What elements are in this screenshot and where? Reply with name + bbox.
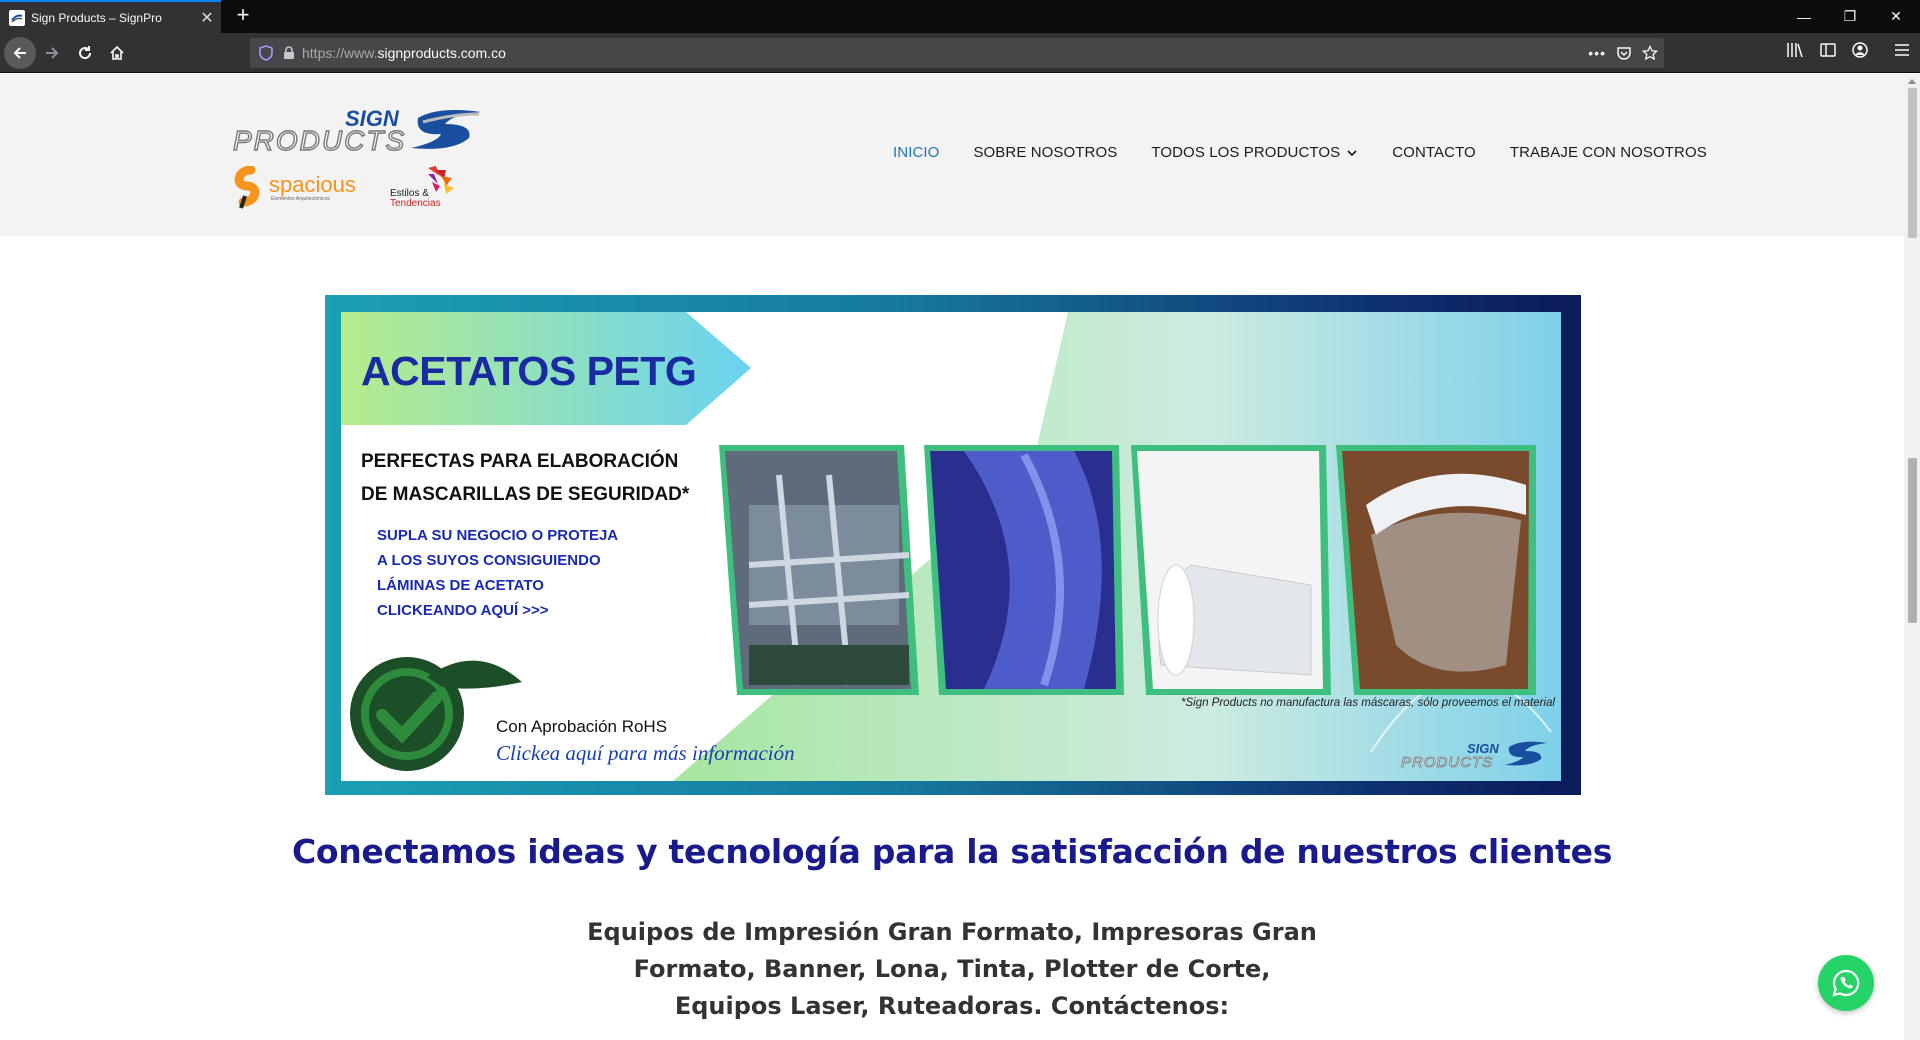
logo-products-text: PRODUCTS xyxy=(233,125,406,156)
browser-toolbar: https://www.signproducts.com.co ••• xyxy=(0,33,1920,73)
banner-title-part2: PETG xyxy=(586,348,697,394)
banner-subtitle-line2: DE MASCARILLAS DE SEGURIDAD* xyxy=(361,484,690,505)
account-icon[interactable] xyxy=(1851,41,1869,59)
product-photo-roll xyxy=(924,445,1124,695)
nav-contacto[interactable]: CONTACTO xyxy=(1392,144,1476,161)
spacious-logo[interactable]: spacious Elementos Arquitectónicos xyxy=(233,165,373,216)
page-scrollbar[interactable] xyxy=(1904,74,1920,1040)
sign-products-logo[interactable]: SIGN PRODUCTS xyxy=(232,102,493,167)
page-description: Equipos de Impresión Gran Formato, Impre… xyxy=(587,918,1317,1020)
sidebar-icon[interactable] xyxy=(1819,41,1837,59)
url-text: https://www.signproducts.com.co xyxy=(302,45,506,61)
banner-logo-products-text: PRODUCTS xyxy=(1401,754,1493,771)
product-photo-sheet xyxy=(1131,445,1331,695)
page-headline: Conectamos ideas y tecnología para la sa… xyxy=(291,832,1613,871)
reload-icon xyxy=(79,46,92,60)
banner-cta-line4: CLICKEANDO AQUÍ >>> xyxy=(377,602,549,619)
banner-cta-line1: SUPLA SU NEGOCIO O PROTEJA xyxy=(377,527,619,544)
banner-cta[interactable]: SUPLA SU NEGOCIO O PROTEJA A LOS SUYOS C… xyxy=(377,523,618,623)
product-photo-machine xyxy=(719,445,919,695)
tab-close-icon[interactable]: ✕ xyxy=(193,8,221,28)
menu-icon[interactable] xyxy=(1893,41,1911,59)
reload-button[interactable] xyxy=(69,37,101,69)
nav-todos-los-productos[interactable]: TODOS LOS PRODUCTOS xyxy=(1151,144,1358,161)
nav-trabaje-con-nosotros[interactable]: TRABAJE CON NOSOTROS xyxy=(1510,144,1707,161)
tracking-shield-icon[interactable] xyxy=(258,45,274,61)
tendencias-text: Tendencias xyxy=(390,198,441,209)
minimize-icon[interactable]: — xyxy=(1781,0,1827,33)
restore-icon[interactable]: ❐ xyxy=(1827,0,1873,33)
estilos-tendencias-logo[interactable]: Estilos & Tendencias xyxy=(388,164,468,219)
lock-icon[interactable] xyxy=(282,46,296,60)
banner-title-part1: ACETATOS xyxy=(361,348,587,394)
whatsapp-icon xyxy=(1832,969,1860,997)
banner-cta-line3: LÁMINAS DE ACETATO xyxy=(377,577,544,594)
web-page: SIGN PRODUCTS spacious Elementos Arquite… xyxy=(0,74,1904,1040)
banner-sign-products-logo: SIGN PRODUCTS xyxy=(1401,741,1547,771)
home-button[interactable] xyxy=(101,37,133,69)
nav-inicio[interactable]: INICIO xyxy=(893,144,939,161)
scrollbar-thumb-secondary[interactable] xyxy=(1908,458,1917,623)
new-tab-button[interactable]: + xyxy=(231,4,255,28)
banner-subtitle-line1: PERFECTAS PARA ELABORACIÓN xyxy=(361,451,679,472)
chevron-down-icon xyxy=(1347,149,1357,156)
banner-cta-line2: A LOS SUYOS CONSIGUIENDO xyxy=(377,552,601,569)
main-navigation: INICIO SOBRE NOSOTROS TODOS LOS PRODUCTO… xyxy=(893,144,1741,161)
rohs-approval-text: Con Aprobación RoHS xyxy=(496,717,668,736)
banner-title: ACETATOS PETG xyxy=(361,348,697,395)
bookmark-star-icon[interactable] xyxy=(1642,45,1658,61)
site-favicon-icon xyxy=(9,9,25,26)
nav-todos-los-productos-label: TODOS LOS PRODUCTOS xyxy=(1151,144,1341,161)
url-domain: signproducts.com.co xyxy=(377,45,506,61)
more-info-link[interactable]: Clickea aquí para más información xyxy=(496,741,795,766)
browser-tab[interactable]: Sign Products – SignPro ✕ xyxy=(0,0,221,33)
banner-disclaimer: *Sign Products no manufactura las máscar… xyxy=(1181,697,1555,709)
close-window-icon[interactable]: ✕ xyxy=(1873,0,1919,33)
forward-arrow-icon xyxy=(46,47,59,59)
pocket-icon[interactable] xyxy=(1616,45,1632,61)
back-arrow-icon xyxy=(13,47,26,59)
back-button[interactable] xyxy=(4,37,36,69)
spacious-logo-text: spacious xyxy=(269,172,356,197)
nav-sobre-nosotros[interactable]: SOBRE NOSOTROS xyxy=(973,144,1117,161)
whatsapp-button[interactable] xyxy=(1818,955,1874,1011)
address-bar[interactable]: https://www.signproducts.com.co ••• xyxy=(250,38,1664,68)
tab-title: Sign Products – SignPro xyxy=(31,10,162,25)
spacious-tag-text: Elementos Arquitectónicos xyxy=(271,196,330,202)
site-header: SIGN PRODUCTS spacious Elementos Arquite… xyxy=(0,74,1904,236)
banner-content: ACETATOS PETG PERFECTAS PARA ELABORACIÓN… xyxy=(341,312,1561,781)
library-icon[interactable] xyxy=(1786,41,1804,59)
tab-strip: Sign Products – SignPro ✕ + — ❐ ✕ xyxy=(0,0,1920,33)
product-photo-face-shield xyxy=(1336,445,1536,695)
scrollbar-thumb[interactable] xyxy=(1908,88,1917,238)
scroll-up-icon[interactable] xyxy=(1907,77,1917,85)
banner-subtitle: PERFECTAS PARA ELABORACIÓN DE MASCARILLA… xyxy=(361,445,721,511)
promo-banner[interactable]: ACETATOS PETG PERFECTAS PARA ELABORACIÓN… xyxy=(325,295,1581,795)
url-prefix: https://www. xyxy=(302,45,378,61)
forward-button[interactable] xyxy=(36,37,68,69)
page-actions-icon[interactable]: ••• xyxy=(1588,45,1606,61)
home-icon xyxy=(110,45,124,60)
